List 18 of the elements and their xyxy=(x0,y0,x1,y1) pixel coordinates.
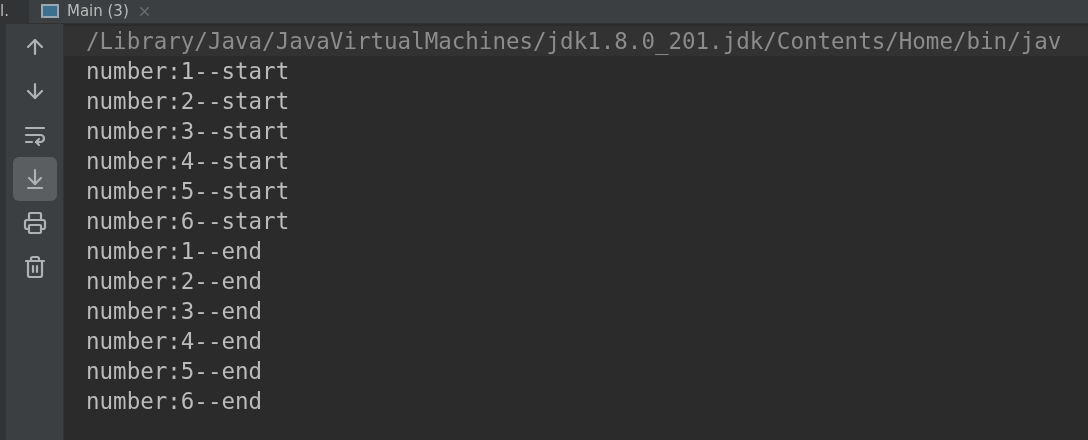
output-line: number:3--end xyxy=(86,298,263,324)
output-line: number:4--end xyxy=(86,328,263,354)
command-line: /Library/Java/JavaVirtualMachines/jdk1.8.0_201.jdk/Contents/Home/bin/jav xyxy=(86,28,1062,54)
trash-icon xyxy=(22,255,47,279)
console-tab-icon xyxy=(40,4,59,18)
output-line: number:5--end xyxy=(86,358,263,384)
tab[interactable]: l. xyxy=(0,0,29,23)
output-line: number:2--start xyxy=(86,88,290,114)
output-line: number:1--end xyxy=(86,238,263,264)
output-line: number:5--start xyxy=(86,178,290,204)
print-icon xyxy=(22,211,47,235)
output-line: number:1--start xyxy=(86,58,290,84)
output-line: number:4--start xyxy=(86,148,290,174)
output-line: number:6--end xyxy=(86,388,263,414)
output-line: number:2--end xyxy=(86,268,263,294)
output-line: number:3--start xyxy=(86,118,290,144)
output-line: number:6--start xyxy=(86,208,290,234)
scroll-to-end-button[interactable] xyxy=(12,157,57,201)
